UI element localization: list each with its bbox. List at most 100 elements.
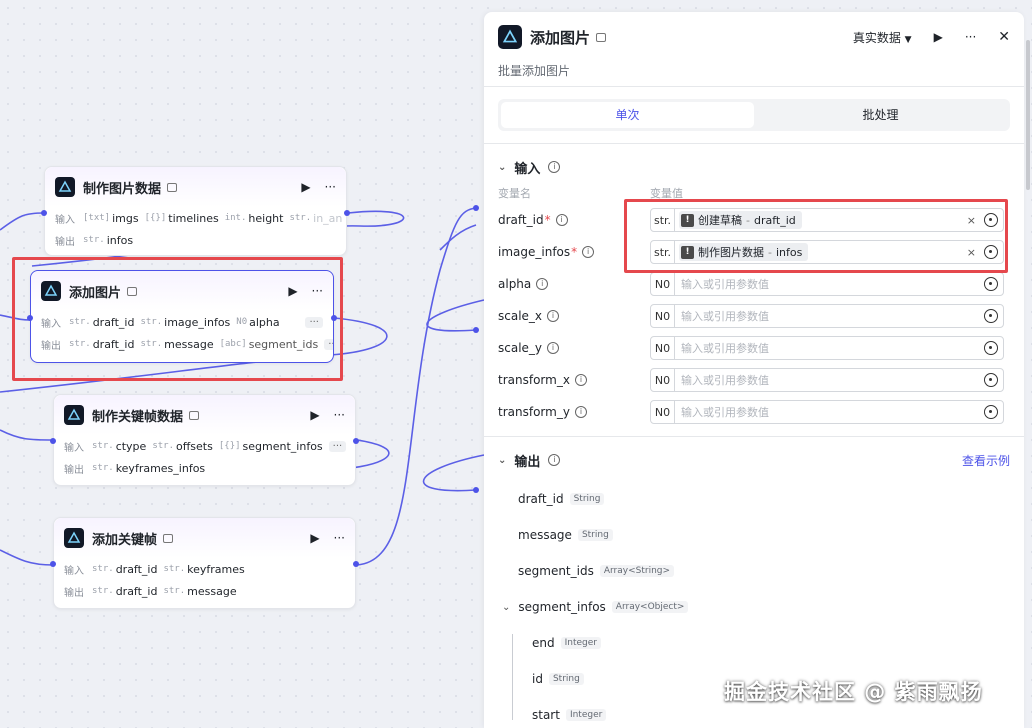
type-selector[interactable]: N0 — [651, 305, 675, 327]
output-child-item: end Integer — [484, 625, 1024, 661]
input-label: 输入 — [55, 214, 75, 226]
node-output-row: 输出 str. draft_id str. message — [54, 580, 355, 602]
edge — [0, 549, 54, 566]
input-port[interactable] — [41, 210, 47, 216]
more-icon[interactable]: ··· — [334, 531, 345, 545]
info-icon[interactable]: i — [574, 406, 587, 418]
input-port[interactable] — [50, 561, 56, 567]
scrollbar[interactable] — [1026, 40, 1030, 190]
type-selector[interactable]: N0 — [651, 401, 675, 423]
warning-icon: ! — [681, 213, 694, 227]
info-icon[interactable]: i — [547, 342, 560, 354]
param-value-field[interactable]: N0 输入或引用参数值 — [650, 304, 1004, 328]
reference-chip[interactable]: ! 创建草稿 - draft_id — [679, 211, 802, 229]
param-chip: str. draft_id — [92, 584, 158, 598]
info-icon[interactable]: i — [548, 161, 561, 173]
info-icon[interactable]: i — [547, 310, 560, 322]
output-item-expandable[interactable]: ⌄ segment_infos Array<Object> — [484, 589, 1024, 625]
close-icon[interactable]: ✕ — [998, 29, 1010, 45]
more-params-pill[interactable]: ··· — [328, 440, 347, 452]
more-icon[interactable]: ··· — [334, 408, 345, 422]
more-params-pill[interactable]: ··· — [324, 338, 333, 350]
more-icon[interactable]: ··· — [312, 284, 323, 298]
variable-ref-icon[interactable] — [984, 277, 998, 291]
param-chip: N0 alpha — [236, 315, 280, 329]
type-selector[interactable]: N0 — [651, 273, 675, 295]
output-section-header[interactable]: ⌄ 输出 i 查看示例 — [484, 445, 1024, 475]
run-icon[interactable]: ▶ — [934, 30, 943, 44]
type-selector[interactable]: str. — [651, 209, 675, 231]
param-value-field[interactable]: N0 输入或引用参数值 — [650, 272, 1004, 296]
col-value-header: 变量值 — [650, 187, 683, 200]
tab-batch[interactable]: 批处理 — [754, 102, 1007, 128]
node-add-image[interactable]: 添加图片 ▶ ··· 输入 str. draft_id str. image_inf… — [27, 270, 337, 363]
info-icon[interactable]: i — [536, 278, 549, 290]
clear-icon[interactable]: × — [967, 214, 976, 227]
param-chip: str. draft_id — [69, 337, 135, 351]
param-chip: str. offsets — [152, 439, 213, 453]
output-name: segment_ids — [518, 564, 594, 578]
chevron-down-icon[interactable]: ⌄ — [498, 162, 506, 173]
clear-icon[interactable]: × — [967, 246, 976, 259]
run-icon[interactable]: ▶ — [288, 284, 297, 298]
param-name: transform_y — [498, 405, 570, 419]
run-icon[interactable]: ▶ — [310, 531, 319, 545]
param-row-scale-y: scale_y i N0 输入或引用参数值 — [484, 332, 1024, 364]
output-port[interactable] — [331, 315, 337, 321]
edge — [0, 314, 31, 321]
type-selector[interactable]: str. — [651, 241, 675, 263]
variable-ref-icon[interactable] — [984, 245, 998, 259]
input-port[interactable] — [27, 315, 33, 321]
node-make-image-data[interactable]: 制作图片数据 ▶ ··· 输入 [txt] imgs [{}] timelines … — [41, 166, 350, 256]
param-value-field[interactable]: str. ! 创建草稿 - draft_id × — [650, 208, 1004, 232]
variable-ref-icon[interactable] — [984, 341, 998, 355]
reference-chip[interactable]: ! 制作图片数据 - infos — [679, 243, 809, 261]
output-port[interactable] — [344, 210, 350, 216]
variable-ref-icon[interactable] — [984, 309, 998, 323]
tab-single[interactable]: 单次 — [501, 102, 754, 128]
output-port[interactable] — [353, 438, 359, 444]
node-make-keyframe-data[interactable]: 制作关键帧数据 ▶ ··· 输入 str. ctype str. offsets [… — [50, 394, 359, 486]
more-icon[interactable]: ··· — [325, 180, 336, 194]
param-chip: str. keyframes — [163, 562, 245, 576]
chevron-down-icon: ▼ — [904, 34, 912, 45]
info-icon[interactable]: i — [548, 454, 561, 466]
view-example-link[interactable]: 查看示例 — [962, 452, 1010, 469]
param-row-scale-x: scale_x i N0 输入或引用参数值 — [484, 300, 1024, 332]
save-icon — [127, 286, 138, 296]
param-chip: str. keyframes_infos — [92, 461, 206, 475]
param-chip: str. draft_id — [92, 562, 158, 576]
param-name: transform_x — [498, 373, 570, 387]
variable-ref-icon[interactable] — [984, 405, 998, 419]
type-selector[interactable]: N0 — [651, 337, 675, 359]
param-value-field[interactable]: N0 输入或引用参数值 — [650, 368, 1004, 392]
more-params-pill[interactable]: ··· — [305, 316, 323, 328]
output-name: segment_infos — [518, 600, 606, 614]
info-icon[interactable]: i — [574, 374, 587, 386]
variable-ref-icon[interactable] — [984, 373, 998, 387]
info-icon[interactable]: i — [555, 214, 568, 226]
type-selector[interactable]: N0 — [651, 369, 675, 391]
input-section-header[interactable]: ⌄ 输入 i — [484, 152, 1024, 182]
output-type-badge: Integer — [560, 637, 601, 649]
run-icon[interactable]: ▶ — [310, 408, 319, 422]
data-mode-dropdown[interactable]: 真实数据 ▼ — [853, 29, 912, 46]
chevron-down-icon[interactable]: ⌄ — [502, 602, 510, 613]
param-chip: str. ctype — [92, 439, 147, 453]
param-value-field[interactable]: str. ! 制作图片数据 - infos × — [650, 240, 1004, 264]
run-mode-tabs: 单次 批处理 — [498, 99, 1010, 131]
plugin-icon — [41, 281, 61, 301]
run-icon[interactable]: ▶ — [301, 180, 310, 194]
variable-ref-icon[interactable] — [984, 213, 998, 227]
param-value-field[interactable]: N0 输入或引用参数值 — [650, 336, 1004, 360]
more-icon[interactable]: ··· — [965, 30, 976, 44]
tree-guide-line — [512, 634, 513, 720]
param-chip: str. image_infos — [140, 315, 231, 329]
output-port[interactable] — [353, 561, 359, 567]
node-add-keyframe[interactable]: 添加关键帧 ▶ ··· 输入 str. draft_id str. keyframe… — [50, 517, 359, 609]
param-value-field[interactable]: N0 输入或引用参数值 — [650, 400, 1004, 424]
chevron-down-icon[interactable]: ⌄ — [498, 455, 506, 466]
input-port[interactable] — [50, 438, 56, 444]
info-icon[interactable]: i — [582, 246, 595, 258]
edge — [426, 299, 485, 332]
